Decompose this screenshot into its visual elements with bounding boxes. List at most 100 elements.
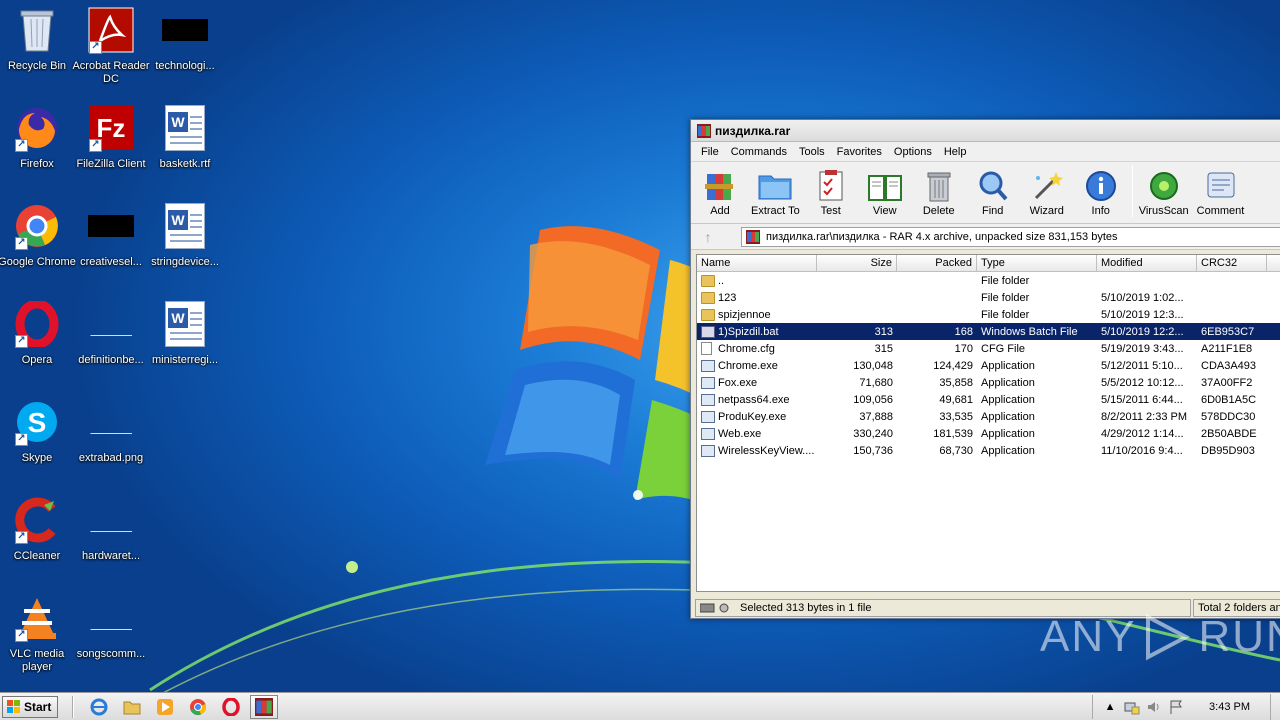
menu-options[interactable]: Options (888, 146, 938, 158)
file-row[interactable]: .. File folder (697, 272, 1280, 289)
file-row[interactable]: spizjennoe File folder 5/10/2019 12:3... (697, 306, 1280, 323)
folder-icon (701, 291, 715, 304)
watermark-text-run: RUN (1198, 612, 1280, 661)
file-crc: 6D0B1A5C (1201, 393, 1257, 406)
tray-flag-icon[interactable] (1168, 699, 1184, 715)
file-packed: 170 (954, 342, 973, 355)
desktop-icon[interactable]: extrabad.png (74, 398, 148, 488)
taskbar-ie[interactable] (85, 695, 113, 719)
desktop-icon[interactable]: ↗ Firefox (0, 104, 74, 194)
file-type: CFG File (981, 342, 1025, 355)
file-name: netpass64.exe (718, 393, 790, 406)
start-button[interactable]: Start (2, 695, 59, 718)
desktop-icon[interactable]: S ↗ Skype (0, 398, 74, 488)
desktop-icon[interactable]: creativesel... (74, 202, 148, 292)
winrar-window[interactable]: пиздилка.rar File Commands Tools Favorit… (690, 119, 1280, 619)
column-size[interactable]: Size (817, 255, 897, 271)
tray-expand-icon[interactable]: ▲ (1102, 699, 1118, 715)
file-row[interactable]: Chrome.exe 130,048 124,429 Application 5/12/… (697, 357, 1280, 374)
file-row[interactable]: WirelessKeyView.... 150,736 68,730 Applicat… (697, 442, 1280, 459)
add-button[interactable]: Add (697, 168, 743, 217)
virusscan-button[interactable]: VirusScan (1139, 168, 1189, 217)
file-row[interactable]: netpass64.exe 109,056 49,681 Application 5/1… (697, 391, 1280, 408)
desktop-icon[interactable]: hardwaret... (74, 496, 148, 586)
file-row[interactable]: Chrome.cfg 315 170 CFG File 5/19/2019 3:43..… (697, 340, 1280, 357)
desktop-icon[interactable]: ↗ Opera (0, 300, 74, 390)
desktop-icon-label: CCleaner (13, 550, 61, 562)
file-row[interactable]: 1)Spizdil.bat 313 168 Windows Batch File 5/1… (697, 323, 1280, 340)
desktop-icon-label: Recycle Bin (7, 60, 67, 72)
desktop-icon[interactable]: ↗ VLC media player (0, 594, 74, 684)
show-desktop-button[interactable] (1270, 693, 1280, 720)
batch-file-icon (701, 325, 715, 338)
window-titlebar[interactable]: пиздилка.rar (691, 120, 1280, 142)
system-tray: ▲ 3:43 PM (1092, 694, 1270, 719)
clock[interactable]: 3:43 PM (1209, 701, 1250, 713)
chrome-icon (190, 698, 207, 715)
file-name: 123 (718, 291, 737, 304)
taskbar-opera[interactable] (217, 695, 245, 719)
menu-commands[interactable]: Commands (725, 146, 793, 158)
file-row[interactable]: ProduKey.exe 37,888 33,535 Application 8/2/2… (697, 408, 1280, 425)
word-document-icon: W (161, 202, 209, 250)
delete-button[interactable]: Delete (916, 168, 962, 217)
desktop-icon[interactable]: songscomm... (74, 594, 148, 684)
application-icon (701, 393, 715, 406)
menu-help[interactable]: Help (938, 146, 973, 158)
blank-file-icon (87, 594, 135, 642)
menu-file[interactable]: File (695, 146, 725, 158)
info-button[interactable]: Info (1078, 168, 1124, 217)
desktop-icon[interactable]: Wstringdevice... (148, 202, 222, 292)
wizard-button[interactable]: Wizard (1024, 168, 1070, 217)
file-type: Application (981, 393, 1035, 406)
file-type: File folder (981, 308, 1030, 321)
file-size: 109,056 (853, 393, 893, 406)
desktop-icon[interactable]: definitionbe... (74, 300, 148, 390)
desktop-icon[interactable]: Wbasketk.rtf (148, 104, 222, 194)
menu-favorites[interactable]: Favorites (831, 146, 888, 158)
column-name[interactable]: Name (697, 255, 817, 271)
winrar-icon (697, 123, 711, 138)
column-type[interactable]: Type (977, 255, 1097, 271)
file-modified: 5/5/2012 10:12... (1101, 376, 1184, 389)
desktop-icon[interactable]: ↗ CCleaner (0, 496, 74, 586)
column-modified[interactable]: Modified (1097, 255, 1197, 271)
column-crc32[interactable]: CRC32 (1197, 255, 1267, 271)
recycle-bin-icon (13, 6, 61, 54)
find-button[interactable]: Find (970, 168, 1016, 217)
tray-network-icon[interactable] (1124, 699, 1140, 715)
application-icon (701, 376, 715, 389)
taskbar-explorer[interactable] (118, 695, 146, 719)
file-list[interactable]: Name Size Packed Type Modified CRC32 .. F… (696, 254, 1280, 592)
file-name: spizjennoe (718, 308, 771, 321)
taskbar-media-player[interactable] (151, 695, 179, 719)
desktop-icon[interactable]: Fz ↗ FileZilla Client (74, 104, 148, 194)
file-icon (701, 342, 712, 355)
extract-to-button[interactable]: Extract To (751, 168, 800, 217)
desktop-icon[interactable]: Recycle Bin (0, 6, 74, 96)
desktop-icon[interactable]: ↗ Acrobat Reader DC (72, 6, 150, 96)
file-type: Application (981, 376, 1035, 389)
address-field[interactable]: пиздилка.rar\пиздилка - RAR 4.x archive,… (741, 226, 1280, 247)
desktop-icon-label: Skype (21, 452, 53, 464)
menu-tools[interactable]: Tools (793, 146, 831, 158)
tray-volume-icon[interactable] (1146, 699, 1162, 715)
view-button[interactable]: View (862, 168, 908, 217)
vlc-icon: ↗ (13, 594, 61, 642)
filezilla-icon: Fz ↗ (87, 104, 135, 152)
file-row[interactable]: Web.exe 330,240 181,539 Application 4/29/201… (697, 425, 1280, 442)
file-type: File folder (981, 291, 1030, 304)
up-arrow-icon[interactable]: ↑ (695, 227, 721, 247)
column-packed[interactable]: Packed (897, 255, 977, 271)
comment-button[interactable]: Comment (1197, 168, 1244, 217)
view-book-icon (867, 175, 902, 201)
desktop-icon[interactable]: technologi... (148, 6, 222, 96)
file-row[interactable]: Fox.exe 71,680 35,858 Application 5/5/2012 1… (697, 374, 1280, 391)
desktop-icon[interactable]: Wministerregi... (148, 300, 222, 390)
taskbar-chrome[interactable] (184, 695, 212, 719)
desktop-icon[interactable]: ↗ Google Chrome (0, 202, 76, 292)
taskbar-winrar[interactable] (250, 694, 279, 719)
test-button[interactable]: Test (808, 168, 854, 217)
media-player-icon (157, 698, 174, 715)
file-row[interactable]: 123 File folder 5/10/2019 1:02... (697, 289, 1280, 306)
